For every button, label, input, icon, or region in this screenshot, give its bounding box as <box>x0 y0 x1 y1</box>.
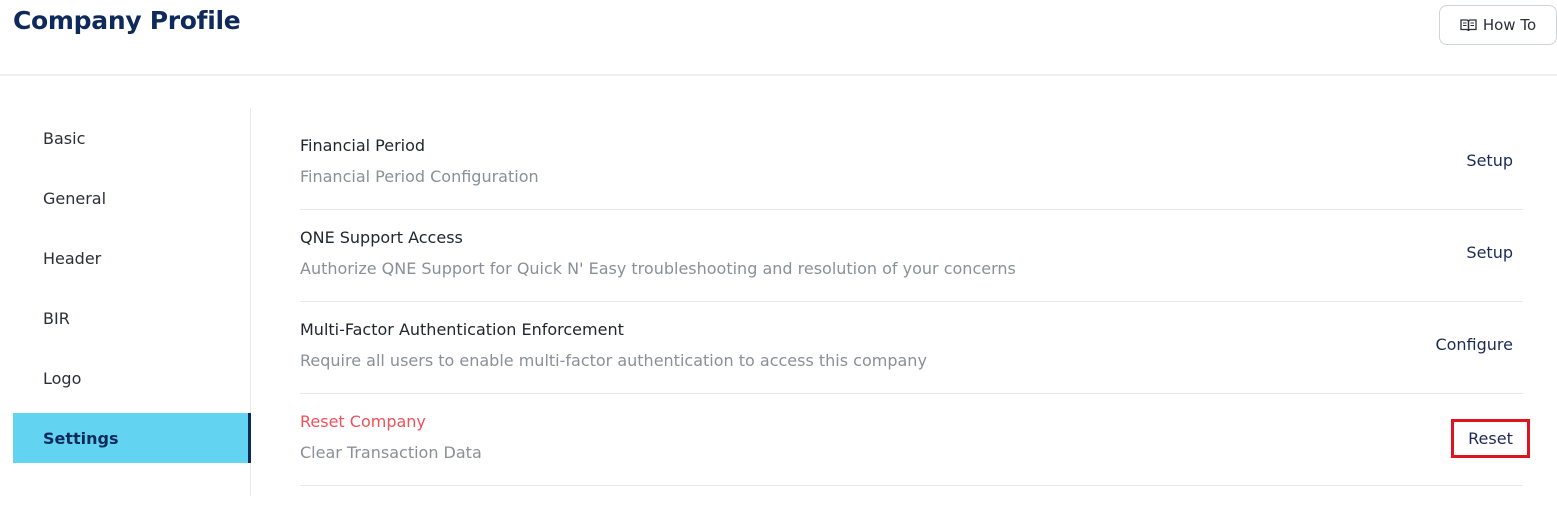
book-icon <box>1460 18 1477 32</box>
sidebar-item-logo[interactable]: Logo <box>13 353 251 403</box>
row-description: Authorize QNE Support for Quick N' Easy … <box>300 259 1016 278</box>
financial-period-setup-link[interactable]: Setup <box>1466 151 1513 170</box>
sidebar-item-general[interactable]: General <box>13 173 251 223</box>
sidebar-item-label: Logo <box>43 368 82 388</box>
qne-support-setup-link[interactable]: Setup <box>1466 243 1513 262</box>
row-title: QNE Support Access <box>300 228 463 247</box>
row-title: Reset Company <box>300 412 426 431</box>
row-description: Financial Period Configuration <box>300 167 539 186</box>
row-description: Clear Transaction Data <box>300 443 482 462</box>
page-header: Company Profile How To <box>0 0 1557 76</box>
how-to-label: How To <box>1482 16 1537 34</box>
page-title: Company Profile <box>13 6 241 35</box>
sidebar-item-label: Basic <box>43 128 86 148</box>
sidebar-item-label: General <box>43 188 107 208</box>
sidebar-item-label: Settings <box>43 428 119 448</box>
sidebar-item-label: Header <box>43 248 102 268</box>
row-description: Require all users to enable multi-factor… <box>300 351 927 370</box>
reset-company-button[interactable]: Reset <box>1451 419 1530 458</box>
settings-row-mfa: Multi-Factor Authentication Enforcement … <box>300 302 1523 394</box>
settings-row-reset-company: Reset Company Clear Transaction Data <box>300 394 1523 486</box>
how-to-button[interactable]: How To <box>1439 5 1557 45</box>
mfa-configure-link[interactable]: Configure <box>1435 335 1513 354</box>
sidebar-nav: Basic General Header BIR Logo Settings <box>13 108 251 496</box>
row-title: Financial Period <box>300 136 426 155</box>
row-title: Multi-Factor Authentication Enforcement <box>300 320 624 339</box>
sidebar-item-settings[interactable]: Settings <box>13 413 251 463</box>
sidebar-item-bir[interactable]: BIR <box>13 293 251 343</box>
settings-row-qne-support: QNE Support Access Authorize QNE Support… <box>300 210 1523 302</box>
sidebar-item-header[interactable]: Header <box>13 233 251 283</box>
settings-row-financial-period: Financial Period Financial Period Config… <box>300 118 1523 210</box>
sidebar-item-label: BIR <box>43 308 70 328</box>
sidebar-item-basic[interactable]: Basic <box>13 113 251 163</box>
